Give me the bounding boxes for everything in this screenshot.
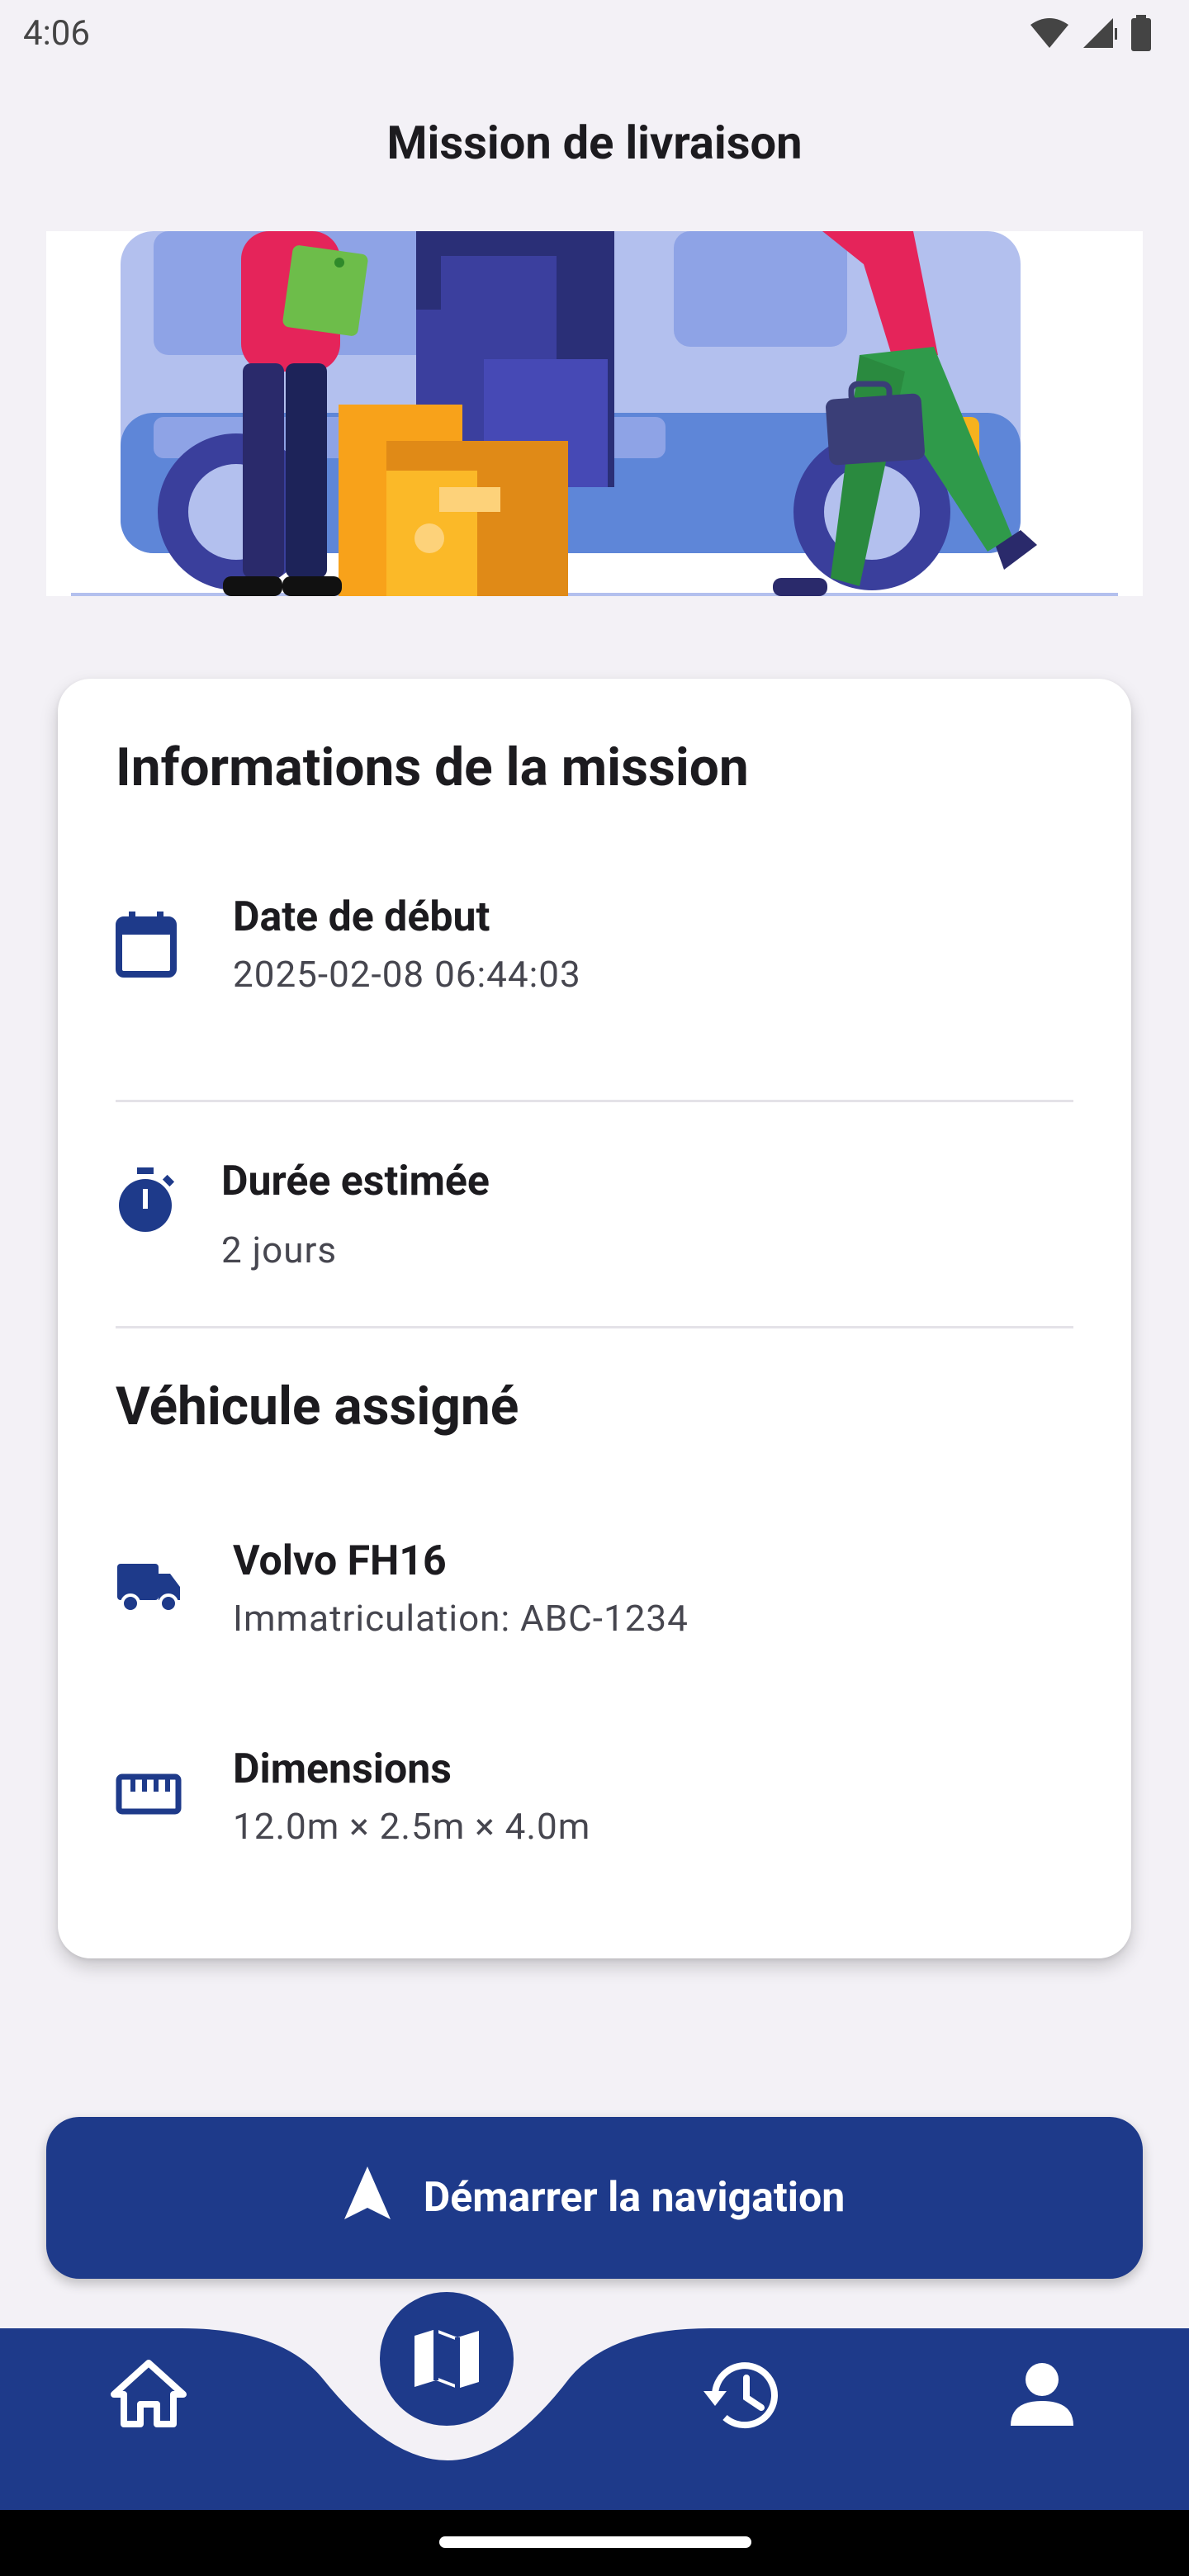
- duration-value: 2 jours: [221, 1229, 338, 1271]
- wifi-icon: [1030, 18, 1068, 48]
- app-bar: Mission de livraison: [0, 69, 1189, 231]
- nav-home[interactable]: [111, 2360, 187, 2431]
- vehicle-title: Véhicule assigné: [116, 1376, 519, 1437]
- divider: [116, 1326, 1073, 1328]
- nav-map[interactable]: [380, 2292, 514, 2426]
- vehicle-row: Volvo FH16 Immatriculation: ABC-1234: [116, 1537, 1073, 1653]
- duration-label: Durée estimée: [221, 1158, 490, 1205]
- status-bar: 4:06: [0, 0, 1189, 69]
- signal-icon: [1083, 18, 1117, 48]
- dimensions-label: Dimensions: [233, 1745, 452, 1793]
- history-icon: [703, 2362, 778, 2429]
- mission-info-title: Informations de la mission: [116, 736, 749, 798]
- start-date-label: Date de début: [233, 893, 490, 941]
- status-time: 4:06: [23, 13, 90, 54]
- divider: [116, 1100, 1073, 1102]
- timer-icon: [116, 1167, 175, 1237]
- vehicle-model: Volvo FH16: [233, 1537, 447, 1585]
- start-date-row: Date de début 2025-02-08 06:44:03: [116, 893, 1073, 1009]
- delivery-illustration: [46, 231, 1143, 596]
- mission-info-card: Informations de la mission Date de début…: [58, 679, 1131, 1958]
- start-navigation-button[interactable]: Démarrer la navigation: [46, 2117, 1143, 2279]
- map-icon: [414, 2329, 479, 2389]
- ruler-icon: [116, 1773, 182, 1820]
- start-navigation-label: Démarrer la navigation: [423, 2174, 846, 2222]
- person-icon: [1011, 2363, 1073, 2426]
- home-gesture-handle[interactable]: [439, 2536, 751, 2548]
- duration-row: Durée estimée 2 jours: [116, 1158, 1073, 1273]
- status-icons: [1029, 15, 1153, 51]
- dimensions-value: 12.0m × 2.5m × 4.0m: [233, 1805, 591, 1848]
- navigation-arrow-icon: [343, 2166, 391, 2230]
- dimensions-row: Dimensions 12.0m × 2.5m × 4.0m: [116, 1745, 1073, 1861]
- truck-icon: [116, 1562, 182, 1618]
- page-title: Mission de livraison: [386, 116, 803, 170]
- calendar-icon: [116, 910, 177, 981]
- home-icon: [111, 2360, 187, 2427]
- nav-history[interactable]: [703, 2358, 783, 2436]
- vehicle-registration: Immatriculation: ABC-1234: [233, 1597, 689, 1640]
- nav-profile[interactable]: [1009, 2361, 1075, 2431]
- start-date-value: 2025-02-08 06:44:03: [233, 953, 581, 996]
- battery-icon: [1131, 15, 1151, 51]
